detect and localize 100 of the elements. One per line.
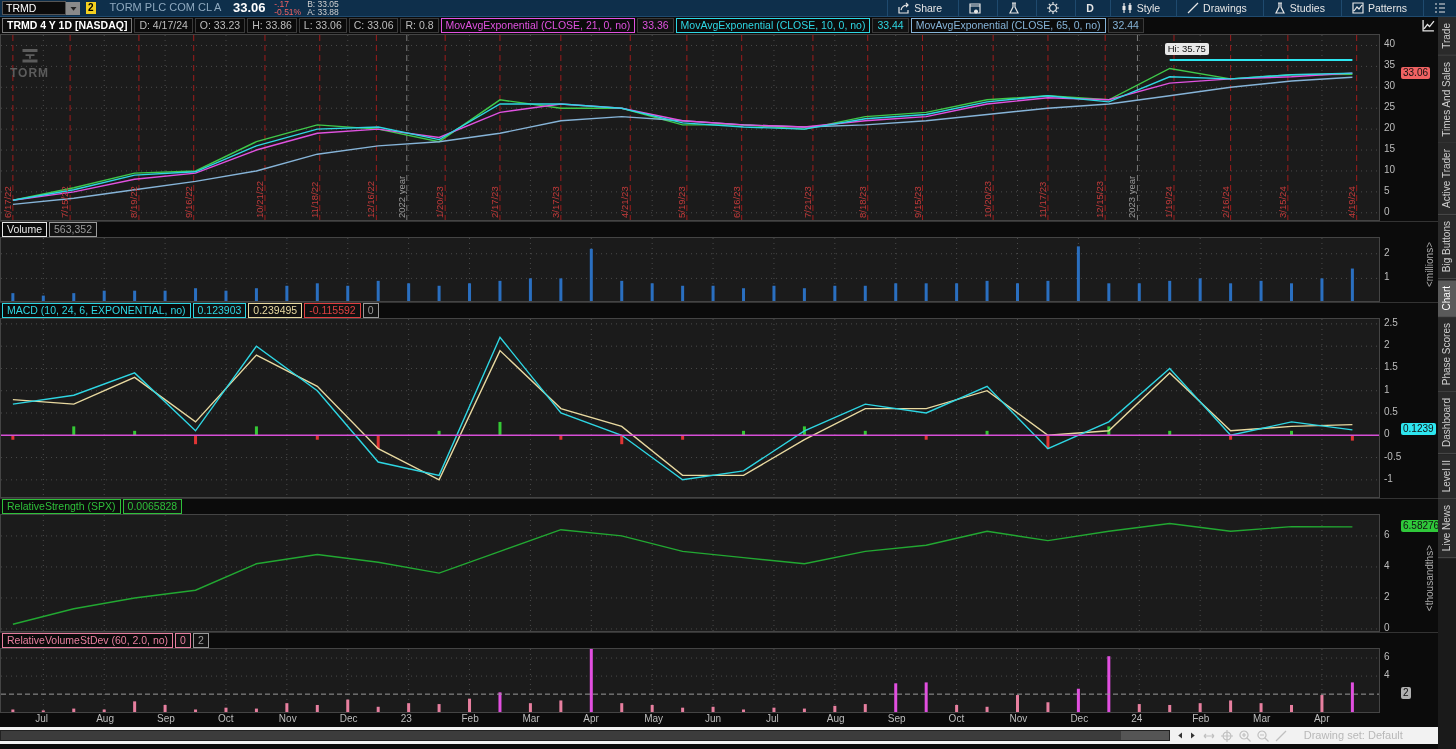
axis-label: Jul <box>765 713 779 725</box>
link-badge[interactable]: 2 <box>86 2 96 14</box>
axis-label: Mar <box>522 713 540 725</box>
axis-label: 2 <box>1384 339 1390 352</box>
axis-label: Sep <box>157 713 175 725</box>
unit-label: <thousandths> <box>1424 545 1436 612</box>
chart-toggle-icon[interactable] <box>1422 19 1436 33</box>
left-arrow-icon[interactable] <box>1176 731 1185 740</box>
gear-icon <box>1047 2 1060 14</box>
line-icon <box>1187 2 1200 14</box>
axis-label: 15 <box>1384 143 1396 156</box>
axis-label: Mar <box>1253 713 1271 725</box>
value-tag: 0.1239 <box>1401 422 1436 435</box>
axis-label: Nov <box>278 713 297 725</box>
date-label: 10/20/23 <box>982 181 994 218</box>
unit-label: <millions> <box>1424 241 1436 287</box>
patterns-button[interactable]: Patterns <box>1340 0 1417 17</box>
calendar-icon <box>969 2 982 14</box>
side-tab[interactable]: Chart <box>1438 279 1456 317</box>
axis-label: 6 <box>1384 528 1390 541</box>
share-button[interactable]: Share <box>887 0 953 17</box>
chart-icon <box>1351 2 1364 14</box>
date-label: 2022 year <box>395 175 407 218</box>
side-tab[interactable]: Trade <box>1438 17 1456 56</box>
date-label: 6/17/22 <box>1 186 13 218</box>
axis-label: Aug <box>96 713 114 725</box>
company-name: TORM PLC COM CL A <box>109 1 222 15</box>
axis-label: Oct <box>217 713 234 725</box>
ohlc-value: D: 4/17/24 <box>134 18 193 33</box>
bid-price: B: 33.05 <box>307 0 339 8</box>
date-label: 3/17/23 <box>549 186 561 218</box>
study-name: MovAvgExponential (CLOSE, 10, 0, no) <box>675 18 871 33</box>
chart-title: TRMD 4 Y 1D [NASDAQ] <box>2 18 133 33</box>
study-value: 0 <box>362 303 379 318</box>
side-tab[interactable]: Dashboard <box>1438 392 1456 455</box>
date-label: 2/16/24 <box>1219 186 1231 218</box>
axis-label: Dec <box>1070 713 1089 725</box>
period-button[interactable]: D <box>1075 0 1104 17</box>
date-label: 2023 year <box>1126 175 1138 218</box>
scrollbar[interactable] <box>0 730 1170 741</box>
date-label: 12/15/23 <box>1094 181 1106 218</box>
study-name: MACD (10, 24, 6, EXPONENTIAL, no) <box>2 303 191 318</box>
axis-label: 0.5 <box>1384 406 1398 418</box>
axis-label: 40 <box>1384 38 1396 51</box>
side-tab[interactable]: Active Trader <box>1438 143 1456 216</box>
percent-change: -0.51% <box>274 8 302 17</box>
ohlc-value: L: 33.06 <box>298 18 347 33</box>
date-label: 1/19/24 <box>1163 186 1174 218</box>
date-label: 11/17/23 <box>1036 181 1048 218</box>
date-label: 10/21/22 <box>253 181 265 218</box>
axis-label: 10 <box>1384 163 1396 176</box>
axis-label: -1 <box>1384 472 1393 485</box>
axis-label: 25 <box>1384 101 1396 114</box>
side-tab[interactable]: Big Buttons <box>1438 215 1456 280</box>
axis-label: 2 <box>1384 590 1390 603</box>
axis-label: 4 <box>1384 559 1390 572</box>
axis-label: 1 <box>1384 383 1390 396</box>
study-value: 0.0065828 <box>122 499 183 514</box>
ohlc-value: H: 33.86 <box>247 18 297 33</box>
ohlc-value: C: 33.06 <box>348 18 399 33</box>
axis-label: Feb <box>1192 713 1210 725</box>
style-button[interactable]: Style <box>1109 0 1171 17</box>
date-label: 6/16/23 <box>730 186 742 218</box>
logo-icon <box>20 46 39 64</box>
date-label: 12/16/22 <box>365 181 377 218</box>
axis-label: 2 <box>1384 246 1390 259</box>
study-value: 0 <box>175 633 191 648</box>
date-label: 4/19/24 <box>1345 186 1357 218</box>
axis-label: May <box>644 713 664 725</box>
side-tab[interactable]: Live News <box>1438 499 1456 559</box>
date-label: 1/20/23 <box>434 186 446 218</box>
symbol-field[interactable]: TRMD <box>2 1 66 15</box>
date-label: 9/15/23 <box>911 186 923 218</box>
axis-label: Apr <box>583 713 599 725</box>
menu-icon <box>1434 2 1446 14</box>
studies-button[interactable]: Studies <box>1262 0 1335 17</box>
axis-label: Jun <box>705 713 722 725</box>
study-value: 0.239495 <box>248 303 303 318</box>
study-value: 32.44 <box>1107 18 1144 33</box>
ohlc-value: O: 33.23 <box>194 18 246 33</box>
axis-label: Aug <box>826 713 845 725</box>
side-tab[interactable]: Level II <box>1438 454 1456 500</box>
last-price: 33.06 <box>232 0 266 16</box>
axis-label: -0.5 <box>1384 450 1402 463</box>
axis-label: 0 <box>1384 621 1390 634</box>
drawings-button[interactable]: Drawings <box>1176 0 1257 17</box>
study-value: 0.123903 <box>192 303 247 318</box>
axis-label: 2.5 <box>1384 316 1398 329</box>
date-label: 8/18/23 <box>856 186 868 218</box>
date-label: 9/16/22 <box>182 186 194 218</box>
side-tab[interactable]: Phase Scores <box>1438 316 1456 393</box>
value-tag: 2 <box>1401 687 1411 700</box>
axis-label: 0 <box>1384 205 1390 218</box>
side-tab[interactable]: Times And Sales <box>1438 55 1456 144</box>
dropdown-button[interactable] <box>66 1 80 15</box>
ohlc-value: R: 0.8 <box>400 18 439 33</box>
study-name: RelativeStrength (SPX) <box>2 499 121 514</box>
axis-label: 20 <box>1384 122 1396 135</box>
date-label: 2/17/23 <box>488 186 500 218</box>
axis-label: Jul <box>35 713 49 725</box>
